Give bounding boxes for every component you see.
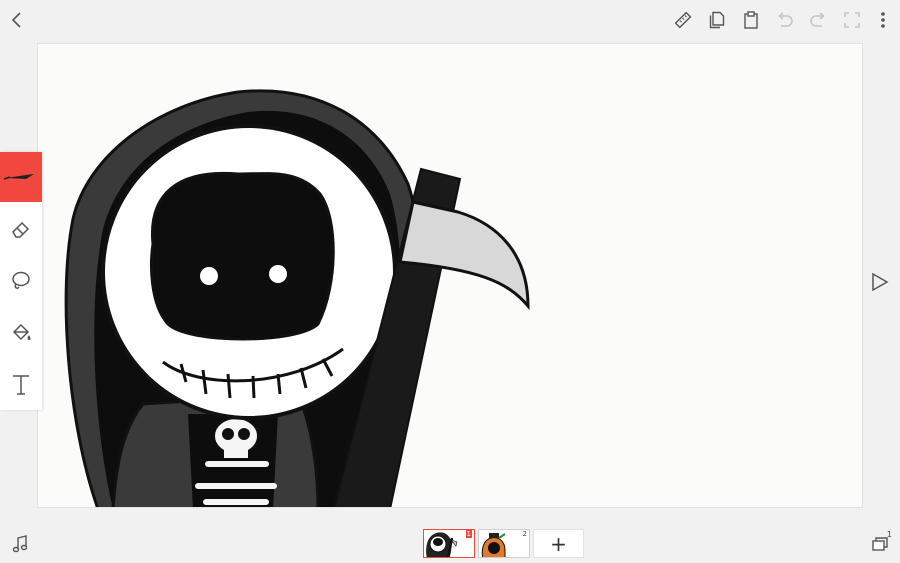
redo-icon	[810, 12, 825, 27]
frame-thumbnail-2[interactable]: 2	[478, 529, 530, 558]
add-frame-button[interactable]: +	[533, 529, 584, 558]
tool-fill[interactable]	[0, 308, 42, 358]
copy-button[interactable]	[706, 9, 728, 31]
drawing-artwork	[64, 89, 530, 507]
frame-number: 1	[465, 530, 472, 538]
eraser-icon	[12, 221, 30, 238]
tool-text[interactable]	[0, 360, 42, 410]
ruler-button[interactable]	[672, 9, 694, 31]
play-button[interactable]	[868, 270, 892, 294]
music-note-icon	[12, 535, 28, 553]
copy-icon	[709, 11, 725, 29]
layers-count: 1	[886, 530, 892, 539]
top-bar	[0, 0, 900, 40]
tool-lasso[interactable]	[0, 256, 42, 306]
undo-icon	[778, 12, 793, 27]
paste-button[interactable]	[740, 9, 762, 31]
tool-eraser[interactable]	[0, 204, 42, 254]
more-vertical-icon	[881, 12, 885, 28]
drawing-canvas[interactable]	[37, 43, 863, 508]
ruler-icon	[674, 11, 692, 29]
paste-icon	[744, 11, 758, 29]
layers-button[interactable]: 1	[870, 530, 892, 554]
frame-thumbnail-1[interactable]: 1	[423, 529, 475, 558]
undo-button[interactable]	[774, 9, 796, 31]
paint-bucket-icon	[12, 323, 31, 341]
eye-sockets	[150, 171, 335, 341]
pen-icon	[4, 174, 34, 180]
fullscreen-button[interactable]	[841, 9, 863, 31]
tool-panel	[0, 152, 42, 410]
tool-pen[interactable]	[0, 152, 42, 202]
redo-button[interactable]	[807, 9, 829, 31]
frame-number: 2	[522, 530, 527, 538]
fullscreen-icon	[844, 12, 860, 28]
back-button[interactable]	[6, 8, 28, 32]
music-button[interactable]	[10, 534, 30, 554]
play-icon	[872, 272, 889, 292]
chevron-left-icon	[11, 12, 21, 28]
text-icon	[13, 375, 29, 395]
lasso-icon	[12, 271, 30, 289]
more-button[interactable]	[874, 9, 892, 31]
